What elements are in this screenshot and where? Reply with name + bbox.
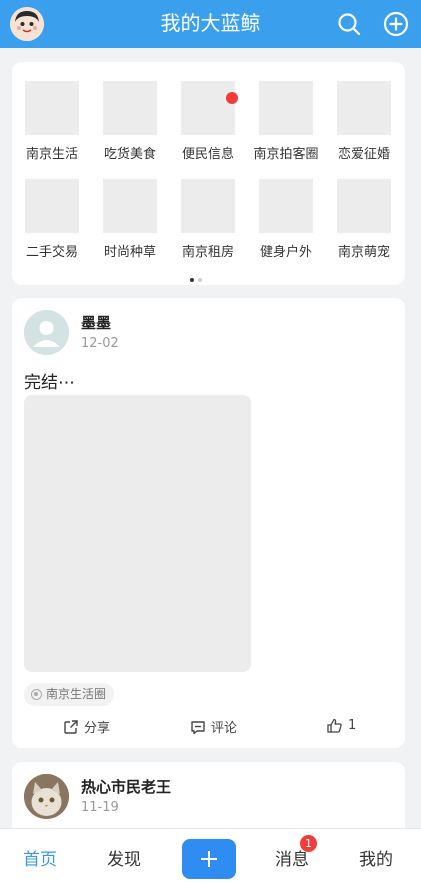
category-label: 南京萌宠 — [337, 245, 390, 260]
topic-tag[interactable]: 南京生活圈 — [24, 683, 115, 706]
page-dot-active — [190, 278, 194, 282]
category-item[interactable]: 二手交易 — [13, 179, 91, 260]
category-thumbnail — [259, 179, 313, 233]
category-label: 便民信息 — [181, 147, 234, 162]
category-thumbnail — [337, 179, 391, 233]
category-thumbnail — [103, 179, 157, 233]
category-label: 二手交易 — [25, 245, 78, 260]
comment-label: 评论 — [211, 721, 238, 736]
category-label: 南京生活 — [25, 147, 78, 162]
category-thumbnail — [25, 179, 79, 233]
nav-me[interactable]: 我的 — [359, 845, 393, 870]
category-item[interactable]: 南京生活 — [13, 81, 91, 162]
share-icon — [64, 719, 78, 734]
post-image[interactable] — [24, 395, 251, 672]
category-label: 南京租房 — [181, 245, 234, 260]
category-thumbnail — [181, 81, 238, 135]
bottom-navigation: 首页 发现 消息 1 我的 — [0, 828, 421, 884]
category-item[interactable]: 恋爱征婚 — [325, 81, 403, 162]
author-name[interactable]: 墨墨 — [81, 312, 111, 333]
category-grid: 南京生活 吃货美食 便民信息 南京拍客圈 恋爱征婚 二手交易 时尚种草 南京租房… — [12, 62, 405, 285]
category-item[interactable]: 便民信息 — [169, 81, 247, 162]
notification-dot — [226, 92, 238, 104]
add-circle-icon[interactable] — [382, 10, 410, 38]
author-avatar[interactable] — [24, 310, 69, 355]
category-item[interactable]: 南京萌宠 — [325, 179, 403, 260]
share-button[interactable]: 分享 — [63, 717, 110, 736]
like-button[interactable]: 1 — [326, 717, 356, 734]
messages-badge: 1 — [300, 835, 317, 852]
category-thumbnail — [25, 81, 79, 135]
comment-button[interactable]: 评论 — [190, 717, 237, 736]
search-icon[interactable] — [335, 10, 363, 38]
category-label: 吃货美食 — [103, 147, 156, 162]
topic-label: 南京生活圈 — [46, 687, 107, 701]
page-indicator — [190, 267, 206, 286]
category-thumbnail — [103, 81, 157, 135]
category-item[interactable]: 时尚种草 — [91, 179, 169, 260]
post-text: 完结⋯ — [24, 373, 75, 393]
post-date: 12-02 — [81, 336, 119, 351]
category-thumbnail — [181, 179, 235, 233]
top-header: 我的大蓝鲸 — [0, 0, 421, 48]
category-label: 时尚种草 — [103, 245, 156, 260]
author-name[interactable]: 热心市民老王 — [81, 776, 171, 797]
category-thumbnail — [337, 81, 391, 135]
category-item[interactable]: 健身户外 — [247, 179, 325, 260]
nav-home[interactable]: 首页 — [23, 845, 57, 870]
post-date: 11-19 — [81, 800, 119, 815]
category-label: 健身户外 — [259, 245, 312, 260]
author-avatar[interactable] — [24, 774, 69, 819]
post-card[interactable]: 墨墨 12-02 完结⋯ 南京生活圈 分享 评论 1 — [12, 298, 405, 748]
category-label: 恋爱征婚 — [337, 147, 390, 162]
share-label: 分享 — [84, 721, 111, 736]
page-dot — [198, 278, 202, 282]
category-item[interactable]: 吃货美食 — [91, 81, 169, 162]
category-item[interactable]: 南京拍客圈 — [247, 81, 325, 162]
nav-discover[interactable]: 发现 — [107, 845, 141, 870]
category-label: 南京拍客圈 — [253, 147, 319, 162]
like-count: 1 — [348, 718, 357, 733]
category-item[interactable]: 南京租房 — [169, 179, 247, 260]
thumbs-up-icon — [327, 718, 342, 733]
topic-icon — [31, 689, 42, 700]
create-post-button[interactable] — [182, 839, 236, 879]
comment-icon — [191, 720, 205, 734]
category-thumbnail — [259, 81, 313, 135]
